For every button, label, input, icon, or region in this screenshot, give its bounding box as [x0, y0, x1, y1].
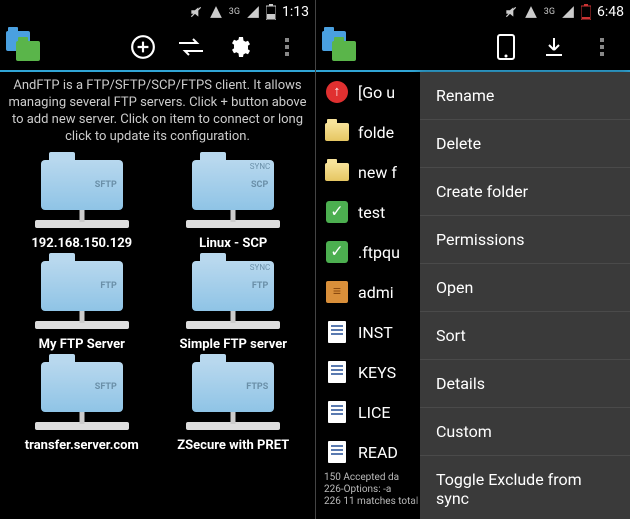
transfer-button[interactable]	[167, 23, 215, 71]
up-icon	[326, 81, 348, 103]
file-name: admi	[358, 283, 394, 302]
overflow-button[interactable]	[263, 23, 311, 71]
protocol-label: FTP	[252, 281, 268, 291]
file-name: [Go u	[358, 83, 395, 102]
file-icon	[328, 401, 346, 423]
context-menu: RenameDeleteCreate folderPermissionsOpen…	[420, 72, 630, 519]
screen-servers: 3G 1:13 AndFTP is a FTP/SFTP/SCP/FTPS cl…	[0, 0, 315, 519]
protocol-label: FTPS	[246, 382, 268, 392]
mute-icon	[504, 5, 518, 19]
protocol-label: SFTP	[95, 180, 117, 190]
file-name: LICE	[358, 403, 390, 422]
context-menu-item[interactable]: Details	[420, 360, 630, 408]
server-item[interactable]: SFTP 192.168.150.129	[8, 156, 156, 251]
action-bar	[0, 24, 315, 72]
server-item[interactable]: FTP My FTP Server	[8, 257, 156, 352]
device-button[interactable]	[482, 23, 530, 71]
context-menu-item[interactable]: Rename	[420, 72, 630, 120]
network-label: 3G	[229, 7, 240, 17]
server-label: Simple FTP server	[180, 337, 288, 352]
file-icon	[328, 441, 346, 463]
app-icon	[320, 29, 356, 65]
signal-icon	[524, 5, 538, 19]
clock: 6:48	[597, 4, 624, 20]
sync-label: SYNC	[250, 162, 270, 171]
context-menu-item[interactable]: Sort	[420, 312, 630, 360]
protocol-label: FTP	[100, 281, 116, 291]
protocol-label: SFTP	[95, 382, 117, 392]
settings-button[interactable]	[215, 23, 263, 71]
file-name: folde	[358, 123, 394, 142]
file-name: READ	[358, 443, 398, 462]
server-grid: SFTP 192.168.150.129 SYNC SCP Linux - SC…	[0, 156, 315, 453]
battery-icon	[581, 4, 591, 20]
battery-icon	[266, 4, 276, 20]
context-menu-item[interactable]: Open	[420, 264, 630, 312]
check-icon	[326, 201, 348, 223]
clock: 1:13	[282, 4, 309, 20]
file-name: test	[358, 203, 385, 222]
archive-icon	[326, 281, 348, 303]
server-item[interactable]: SFTP transfer.server.com	[8, 358, 156, 453]
context-menu-item[interactable]: Custom	[420, 408, 630, 456]
signal-icon	[209, 5, 223, 19]
overflow-button[interactable]	[578, 23, 626, 71]
file-name: new f	[358, 163, 397, 182]
download-button[interactable]	[530, 23, 578, 71]
server-item[interactable]: SYNC SCP Linux - SCP	[160, 156, 308, 251]
action-bar	[316, 24, 630, 72]
context-menu-item[interactable]: Permissions	[420, 216, 630, 264]
protocol-label: SCP	[251, 180, 268, 190]
file-icon	[328, 361, 346, 383]
cell-signal-icon	[246, 5, 260, 19]
server-item[interactable]: SYNC FTP Simple FTP server	[160, 257, 308, 352]
status-bar: 3G 1:13	[0, 0, 315, 24]
folder-icon	[325, 123, 349, 141]
status-bar: 3G 6:48	[316, 0, 630, 24]
network-label: 3G	[544, 7, 555, 17]
server-icon: FTPS	[176, 358, 291, 436]
server-label: Linux - SCP	[199, 236, 267, 251]
context-menu-item[interactable]: Create folder	[420, 168, 630, 216]
file-name: .ftpqu	[358, 243, 400, 262]
file-icon	[328, 321, 346, 343]
server-label: My FTP Server	[39, 337, 125, 352]
add-server-button[interactable]	[119, 23, 167, 71]
intro-text: AndFTP is a FTP/SFTP/SCP/FTPS client. It…	[0, 72, 315, 156]
server-icon: SYNC SCP	[176, 156, 291, 234]
context-menu-item[interactable]: Delete	[420, 120, 630, 168]
context-menu-item[interactable]: Toggle Exclude from sync	[420, 456, 630, 519]
cell-signal-icon	[561, 5, 575, 19]
file-name: INST	[358, 323, 393, 342]
app-icon	[4, 29, 40, 65]
mute-icon	[189, 5, 203, 19]
server-label: ZSecure with PRET	[177, 438, 289, 453]
folder-icon	[325, 163, 349, 181]
check-icon	[326, 241, 348, 263]
server-label: 192.168.150.129	[31, 236, 132, 251]
file-name: KEYS	[358, 363, 396, 382]
server-icon: SFTP	[24, 358, 139, 436]
sync-label: SYNC	[250, 263, 270, 272]
server-icon: SYNC FTP	[176, 257, 291, 335]
server-label: transfer.server.com	[25, 438, 139, 453]
screen-files: 3G 6:48 [Go u folde new f test .ftpqu admi INS…	[315, 0, 630, 519]
server-icon: SFTP	[24, 156, 139, 234]
server-icon: FTP	[24, 257, 139, 335]
server-item[interactable]: FTPS ZSecure with PRET	[160, 358, 308, 453]
